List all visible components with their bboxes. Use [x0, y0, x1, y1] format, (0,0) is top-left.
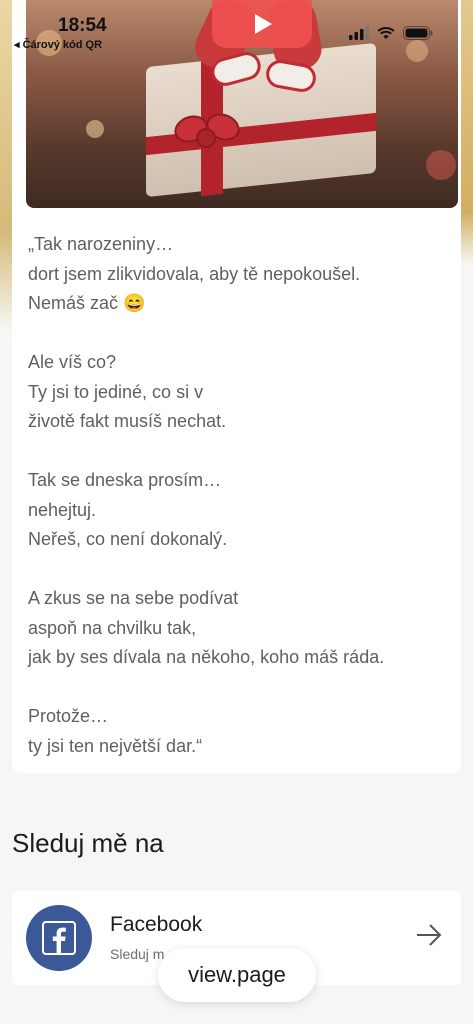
wifi-icon	[377, 27, 395, 39]
back-to-app-link[interactable]: ◂ Čárový kód QR	[14, 38, 102, 51]
view-page-badge[interactable]: view.page	[158, 948, 316, 1002]
facebook-icon	[26, 905, 92, 971]
facebook-subtitle: Sleduj m	[110, 946, 165, 962]
signal-icon	[349, 26, 369, 40]
gift-bow	[170, 108, 244, 170]
post-text: „Tak narozeniny… dort jsem zlikvidovala,…	[28, 234, 385, 756]
follow-section-title: Sleduj mě na	[12, 828, 164, 858]
post-card: „Tak narozeniny… dort jsem zlikvidovala,…	[12, 0, 461, 773]
bokeh-light	[426, 150, 456, 180]
arrow-right-icon[interactable]	[415, 923, 443, 947]
status-bar: 18:54 ◂ Čárový kód QR	[0, 0, 473, 52]
bokeh-light	[86, 120, 104, 138]
battery-icon	[403, 26, 433, 40]
system-icons	[349, 26, 433, 40]
facebook-logo-glyph	[42, 921, 76, 955]
facebook-label: Facebook	[110, 913, 203, 936]
status-time: 18:54	[58, 15, 107, 36]
